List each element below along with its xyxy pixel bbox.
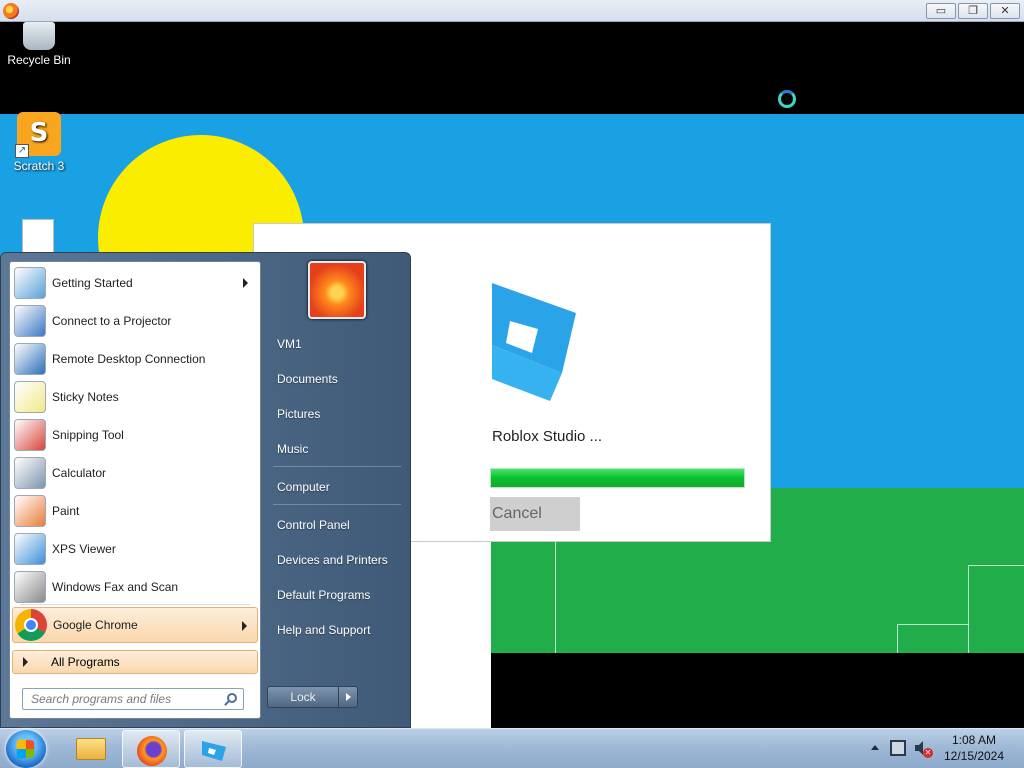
chevron-right-icon bbox=[23, 657, 28, 667]
start-menu-link-devices-and-printers[interactable]: Devices and Printers bbox=[267, 546, 405, 574]
lock-button[interactable]: Lock bbox=[267, 686, 339, 708]
start-menu-item-label: XPS Viewer bbox=[52, 542, 116, 556]
search-programs-input[interactable]: Search programs and files bbox=[22, 688, 244, 710]
start-menu-item-label: Paint bbox=[52, 504, 80, 518]
install-progress-bar bbox=[490, 468, 745, 488]
taskbar-explorer-button[interactable] bbox=[61, 730, 119, 768]
getting-started-icon bbox=[14, 267, 46, 299]
loading-spinner-icon bbox=[778, 90, 796, 108]
roblox-studio-logo-icon bbox=[492, 283, 576, 401]
start-menu-item-label: Google Chrome bbox=[53, 618, 138, 632]
start-menu-link-help-and-support[interactable]: Help and Support bbox=[267, 616, 405, 644]
chevron-right-icon bbox=[243, 278, 248, 288]
start-menu-item-paint[interactable]: Paint bbox=[12, 493, 258, 529]
taskbar-firefox-button[interactable] bbox=[122, 730, 180, 768]
start-button[interactable] bbox=[6, 730, 46, 768]
desktop-icon-label: Scratch 3 bbox=[13, 159, 65, 173]
clock-date: 12/15/2024 bbox=[943, 749, 1005, 763]
start-menu-link-vm1[interactable]: VM1 bbox=[267, 330, 405, 358]
paint-icon bbox=[14, 495, 46, 527]
cancel-button[interactable]: Cancel bbox=[490, 497, 580, 531]
taskbar-roblox-button[interactable] bbox=[184, 730, 242, 768]
grass-outline bbox=[968, 565, 1024, 655]
start-menu-link-music[interactable]: Music bbox=[267, 435, 405, 463]
start-menu-link-documents[interactable]: Documents bbox=[267, 365, 405, 393]
projector-icon bbox=[14, 305, 46, 337]
windows-explorer-icon bbox=[76, 738, 106, 760]
shortcut-arrow-icon: ↗ bbox=[15, 144, 29, 158]
mute-error-icon: ✕ bbox=[923, 748, 933, 758]
start-menu-link-pictures[interactable]: Pictures bbox=[267, 400, 405, 428]
install-progress-fill bbox=[491, 469, 744, 487]
start-menu-item-sticky-notes[interactable]: Sticky Notes bbox=[12, 379, 258, 415]
desktop-icon-scratch[interactable]: ↗ Scratch 3 bbox=[1, 112, 77, 173]
start-menu-item-label: Connect to a Projector bbox=[52, 314, 172, 328]
sticky-notes-icon bbox=[14, 381, 46, 413]
start-menu-item-label: Getting Started bbox=[52, 276, 133, 290]
roblox-studio-icon bbox=[202, 741, 226, 761]
desktop-icon-label: Recycle Bin bbox=[7, 53, 71, 67]
clock-time: 1:08 AM bbox=[951, 733, 997, 747]
start-menu-item-google-chrome[interactable]: Google Chrome bbox=[12, 607, 258, 643]
chevron-right-icon bbox=[242, 621, 247, 631]
firefox-icon bbox=[137, 736, 167, 766]
all-programs-button[interactable]: All Programs bbox=[12, 650, 258, 674]
firefox-app-icon bbox=[3, 3, 19, 19]
close-button[interactable]: ✕ bbox=[990, 3, 1020, 19]
scratch-icon: ↗ bbox=[15, 112, 61, 158]
start-menu-link-default-programs[interactable]: Default Programs bbox=[267, 581, 405, 609]
vm-window-titlebar: ▭ ❐ ✕ bbox=[0, 0, 1024, 22]
divider bbox=[273, 466, 401, 467]
desktop-icon-recycle-bin[interactable]: Recycle Bin bbox=[1, 22, 77, 67]
divider bbox=[273, 504, 401, 505]
network-icon[interactable] bbox=[890, 740, 906, 756]
xps-viewer-icon bbox=[14, 533, 46, 565]
start-menu-item-label: Sticky Notes bbox=[52, 390, 119, 404]
calculator-icon bbox=[14, 457, 46, 489]
user-avatar[interactable] bbox=[308, 261, 366, 319]
taskbar: ✕ 1:08 AM 12/15/2024 bbox=[0, 728, 1024, 768]
start-menu-item-snipping-tool[interactable]: Snipping Tool bbox=[12, 417, 258, 453]
search-icon[interactable] bbox=[227, 693, 237, 703]
snipping-tool-icon bbox=[14, 419, 46, 451]
fax-scan-icon bbox=[14, 571, 46, 603]
start-menu-item-remote-desktop-connection[interactable]: Remote Desktop Connection bbox=[12, 341, 258, 377]
recycle-bin-icon bbox=[23, 22, 55, 50]
start-menu-item-windows-fax-and-scan[interactable]: Windows Fax and Scan bbox=[12, 569, 258, 605]
restore-button[interactable]: ❐ bbox=[958, 3, 988, 19]
chrome-icon bbox=[15, 609, 47, 641]
installer-title: Roblox Studio ... bbox=[492, 428, 603, 445]
restore-icon: ❐ bbox=[968, 5, 978, 17]
start-menu-link-computer[interactable]: Computer bbox=[267, 473, 405, 501]
remote-desktop-icon bbox=[14, 343, 46, 375]
shutdown-options-button[interactable] bbox=[338, 686, 358, 708]
start-menu-item-label: Remote Desktop Connection bbox=[52, 352, 206, 366]
start-menu-item-label: Snipping Tool bbox=[52, 428, 124, 442]
start-menu-link-control-panel[interactable]: Control Panel bbox=[267, 511, 405, 539]
all-programs-label: All Programs bbox=[51, 655, 120, 669]
close-icon: ✕ bbox=[1000, 5, 1010, 17]
grass-outline bbox=[897, 624, 969, 654]
minimize-icon: ▭ bbox=[935, 5, 947, 17]
start-menu-item-connect-to-a-projector[interactable]: Connect to a Projector bbox=[12, 303, 258, 339]
document-icon[interactable] bbox=[22, 219, 54, 255]
start-menu-programs-pane: All Programs Search programs and files G… bbox=[9, 261, 261, 719]
system-clock[interactable]: 1:08 AM 12/15/2024 bbox=[938, 732, 1010, 764]
start-menu-item-xps-viewer[interactable]: XPS Viewer bbox=[12, 531, 258, 567]
start-menu: All Programs Search programs and files G… bbox=[0, 252, 411, 728]
start-menu-item-label: Calculator bbox=[52, 466, 107, 480]
search-placeholder: Search programs and files bbox=[31, 692, 172, 706]
start-menu-item-label: Windows Fax and Scan bbox=[52, 580, 179, 594]
start-menu-item-calculator[interactable]: Calculator bbox=[12, 455, 258, 491]
minimize-button[interactable]: ▭ bbox=[926, 3, 956, 19]
show-hidden-icons-button[interactable] bbox=[871, 745, 879, 750]
start-menu-item-getting-started[interactable]: Getting Started bbox=[12, 265, 258, 301]
